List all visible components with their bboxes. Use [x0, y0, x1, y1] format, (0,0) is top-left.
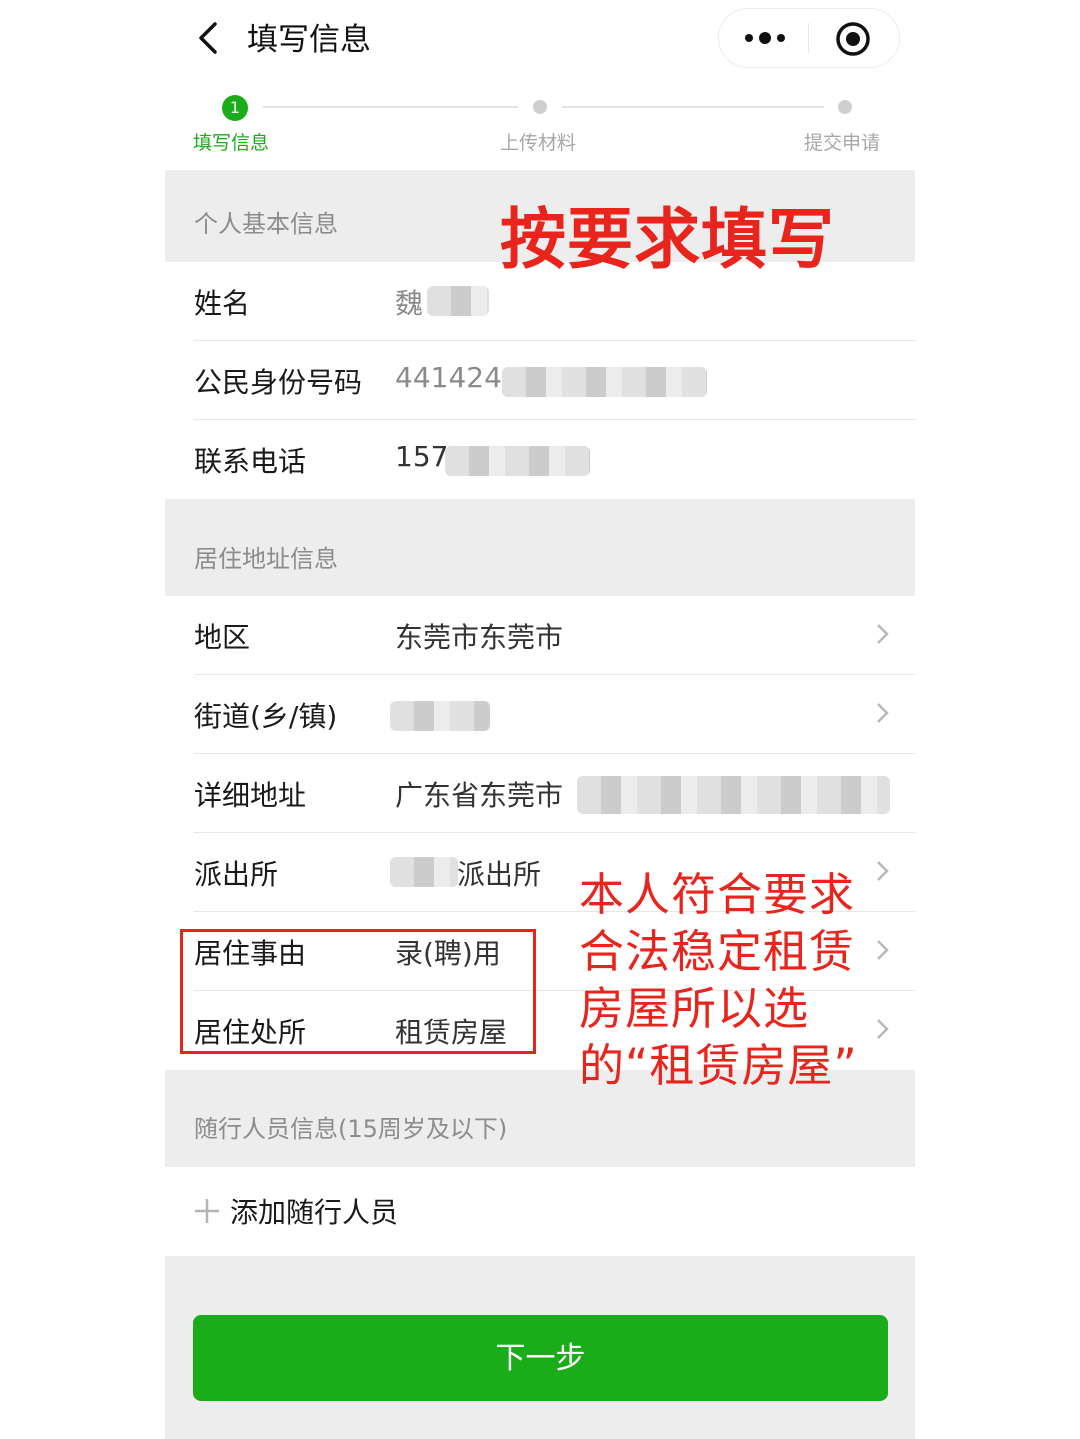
police-station-label: 派出所: [194, 858, 279, 891]
redacted-mask: [577, 776, 890, 814]
id-number-row[interactable]: 公民身份号码 441424: [165, 341, 915, 420]
progress-steps: 1 填写信息 上传材料 提交申请: [165, 84, 915, 170]
step-connector: [562, 106, 824, 108]
more-icon[interactable]: [741, 24, 789, 52]
police-station-value: 派出所: [457, 858, 542, 891]
redacted-mask: [427, 286, 489, 316]
capsule-divider: [808, 23, 809, 53]
step-connector: [263, 106, 518, 108]
redacted-mask: [390, 701, 490, 731]
step-1-indicator: 1: [222, 95, 248, 121]
redacted-mask: [445, 446, 590, 476]
street-row[interactable]: 街道(乡/镇): [165, 675, 915, 754]
region-row[interactable]: 地区 东莞市东莞市: [165, 596, 915, 675]
add-companion-button[interactable]: 添加随行人员: [165, 1167, 915, 1256]
detail-address-row[interactable]: 详细地址 广东省东莞市: [165, 754, 915, 833]
detail-address-label: 详细地址: [194, 779, 307, 812]
personal-section-title: 个人基本信息: [194, 210, 338, 238]
mini-program-capsule: [718, 8, 900, 68]
chevron-right-icon: [877, 624, 889, 644]
companion-section-title: 随行人员信息(15周岁及以下): [194, 1115, 508, 1143]
annotation-highlight-box: [180, 929, 536, 1054]
close-target-icon[interactable]: [835, 21, 871, 57]
page-title: 填写信息: [247, 22, 371, 58]
phone-row[interactable]: 联系电话 157: [165, 420, 915, 499]
step-1-label: 填写信息: [193, 132, 270, 154]
step-2-label: 上传材料: [500, 132, 577, 154]
plus-icon: [195, 1199, 219, 1223]
street-label: 街道(乡/镇): [194, 700, 338, 733]
chevron-right-icon: [877, 703, 889, 723]
detail-address-value: 广东省东莞市: [395, 779, 564, 812]
personal-info-list: 姓名 魏 公民身份号码 441424 联系电话 157: [165, 262, 915, 499]
annotation-title: 按要求填写: [500, 201, 835, 278]
step-3-indicator: [838, 100, 852, 114]
region-value: 东莞市东莞市: [395, 621, 564, 654]
phone-label: 联系电话: [194, 445, 307, 478]
phone-value: 157: [395, 440, 449, 473]
back-icon[interactable]: [191, 18, 231, 58]
step-3-label: 提交申请: [804, 132, 881, 154]
name-value: 魏: [395, 287, 424, 320]
step-2-indicator: [533, 100, 547, 114]
annotation-note: 本人符合要求合法稳定租赁房屋所以选的“租赁房屋”: [579, 868, 858, 1092]
address-section-header: 居住地址信息: [165, 501, 915, 596]
add-companion-label: 添加随行人员: [230, 1196, 399, 1229]
address-section-title: 居住地址信息: [194, 545, 338, 573]
name-label: 姓名: [194, 287, 251, 320]
id-number-label: 公民身份号码: [194, 366, 363, 399]
redacted-mask: [390, 857, 458, 887]
next-step-button[interactable]: 下一步: [193, 1315, 888, 1401]
region-label: 地区: [194, 621, 251, 654]
nav-bar: 填写信息: [165, 0, 915, 84]
id-number-value: 441424: [395, 361, 502, 394]
redacted-mask: [502, 367, 707, 397]
